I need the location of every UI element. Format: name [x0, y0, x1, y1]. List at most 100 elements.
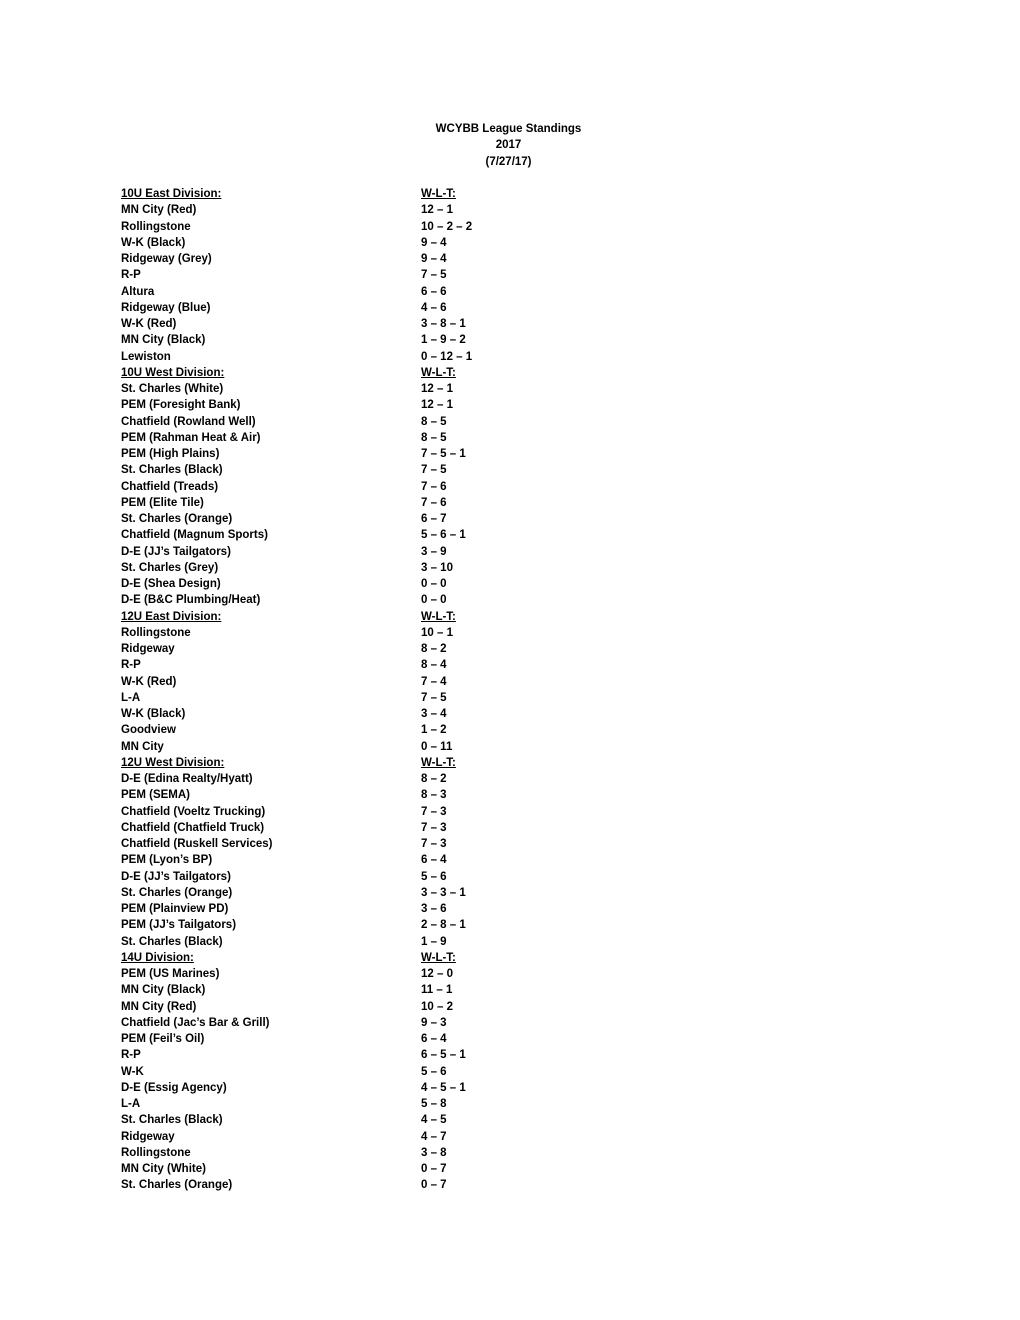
team-row: R-P 7 – 5 — [121, 267, 621, 283]
team-record: 4 – 5 — [421, 1114, 447, 1127]
team-record: 7 – 5 — [421, 691, 447, 704]
team-row: St. Charles (Orange) 0 – 7 — [121, 1177, 621, 1193]
record-column-header: W-L-T: — [421, 756, 456, 769]
team-row: D-E (JJ’s Tailgators) 5 – 6 — [121, 869, 621, 885]
team-record: 10 – 2 — [421, 1000, 453, 1013]
team-record: 7 – 6 — [421, 496, 447, 509]
team-record: 2 – 8 – 1 — [421, 919, 466, 932]
team-row: PEM (Foresight Bank) 12 – 1 — [121, 397, 621, 413]
team-name: W-K (Black) — [121, 708, 186, 720]
team-row: St. Charles (Orange) 6 – 7 — [121, 511, 621, 527]
team-name: Chatfield (Ruskell Services) — [121, 838, 273, 850]
team-name: R-P — [121, 659, 141, 672]
team-row: MN City (White) 0 – 7 — [121, 1161, 621, 1177]
team-row: PEM (Feil’s Oil) 6 – 4 — [121, 1031, 621, 1047]
team-record: 7 – 3 — [421, 805, 447, 818]
team-record: 11 – 1 — [421, 984, 453, 997]
team-row: W-K (Red) 7 – 4 — [121, 674, 621, 690]
team-record: 0 – 11 — [421, 740, 453, 753]
team-name: Chatfield (Treads) — [121, 480, 219, 493]
team-name: W-K — [121, 1065, 144, 1078]
team-name: St. Charles (White) — [121, 383, 224, 395]
team-name: Lewiston — [121, 350, 171, 363]
team-name: Altura — [121, 285, 155, 298]
team-row: D-E (B&C Plumbing/Heat) 0 – 0 — [121, 592, 621, 608]
team-row: MN City (Red) 10 – 2 — [121, 999, 621, 1015]
team-record: 7 – 6 — [421, 480, 447, 493]
team-record: 7 – 5 — [421, 269, 447, 282]
team-row: Ridgeway (Grey) 9 – 4 — [121, 251, 621, 267]
team-row: Altura 6 – 6 — [121, 284, 621, 300]
team-row: W-K (Red) 3 – 8 – 1 — [121, 316, 621, 332]
team-name: PEM (Rahman Heat & Air) — [121, 431, 261, 444]
team-name: W-K (Black) — [121, 236, 186, 249]
team-record: 10 – 1 — [421, 626, 453, 639]
division-header: 12U West Division: W-L-T: — [121, 755, 621, 771]
team-name: Chatfield (Jac’s Bar & Grill) — [121, 1016, 270, 1029]
team-record: 7 – 5 — [421, 464, 447, 477]
team-name: St. Charles (Black) — [121, 935, 223, 948]
team-record: 6 – 5 – 1 — [421, 1049, 466, 1062]
team-record: 6 – 7 — [421, 513, 447, 525]
team-record: 3 – 3 – 1 — [421, 886, 466, 899]
team-name: Rollingstone — [121, 1146, 191, 1159]
division-name: 12U West Division: — [121, 756, 225, 769]
team-name: St. Charles (Black) — [121, 464, 223, 477]
team-row: Chatfield (Voeltz Trucking) 7 – 3 — [121, 804, 621, 820]
division-section: 10U West Division: W-L-T: St. Charles (Whi… — [121, 365, 621, 609]
team-name: Chatfield (Rowland Well) — [121, 415, 256, 428]
team-name: PEM (Foresight Bank) — [121, 399, 241, 412]
division-name: 10U East Division: — [121, 188, 222, 200]
team-record: 3 – 6 — [421, 903, 447, 915]
division-header: 10U East Division: W-L-T: — [121, 186, 621, 202]
division-section: 10U East Division: W-L-T: MN City (Red) 12 … — [121, 186, 621, 365]
division-name: 12U East Division: — [121, 610, 222, 623]
division-section: 12U East Division: W-L-T: Rollingstone 10 –… — [121, 609, 621, 755]
team-name: St. Charles (Orange) — [121, 886, 233, 899]
team-row: Rollingstone 10 – 1 — [121, 625, 621, 641]
team-name: D-E (Edina Realty/Hyatt) — [121, 773, 253, 785]
team-row: Ridgeway 4 – 7 — [121, 1129, 621, 1145]
team-record: 6 – 4 — [421, 854, 447, 867]
team-row: St. Charles (Orange) 3 – 3 – 1 — [121, 885, 621, 901]
record-column-header: W-L-T: — [421, 951, 456, 964]
team-row: PEM (JJ’s Tailgators) 2 – 8 – 1 — [121, 917, 621, 933]
team-name: D-E (JJ’s Tailgators) — [121, 545, 231, 558]
team-row: PEM (Rahman Heat & Air) 8 – 5 — [121, 430, 621, 446]
team-name: MN City (Black) — [121, 984, 206, 997]
team-row: PEM (Lyon’s BP) 6 – 4 — [121, 852, 621, 868]
team-record: 7 – 3 — [421, 838, 447, 850]
team-row: W-K (Black) 3 – 4 — [121, 706, 621, 722]
team-row: R-P 8 – 4 — [121, 657, 621, 673]
division-section: 14U Division: W-L-T: PEM (US Marines) 12 – … — [121, 950, 621, 1194]
team-record: 1 – 9 – 2 — [421, 334, 466, 347]
team-name: PEM (High Plains) — [121, 448, 220, 460]
record-column-header: W-L-T: — [421, 366, 456, 379]
team-record: 6 – 6 — [421, 285, 447, 298]
team-name: MN City (Red) — [121, 204, 197, 217]
team-row: MN City (Black) 11 – 1 — [121, 982, 621, 998]
team-record: 8 – 2 — [421, 773, 447, 785]
team-row: Rollingstone 10 – 2 – 2 — [121, 219, 621, 235]
team-row: St. Charles (Grey) 3 – 10 — [121, 560, 621, 576]
team-row: Ridgeway (Blue) 4 – 6 — [121, 300, 621, 316]
team-row: MN City (Red) 12 – 1 — [121, 202, 621, 218]
team-row: PEM (Elite Tile) 7 – 6 — [121, 495, 621, 511]
document-title: WCYBB League Standings 2017 (7/27/17) — [0, 121, 1020, 170]
team-row: Chatfield (Jac’s Bar & Grill) 9 – 3 — [121, 1015, 621, 1031]
team-record: 12 – 1 — [421, 204, 453, 217]
team-row: Chatfield (Chatfield Truck) 7 – 3 — [121, 820, 621, 836]
team-row: Chatfield (Ruskell Services) 7 – 3 — [121, 836, 621, 852]
team-name: L-A — [121, 1098, 141, 1110]
team-row: W-K (Black) 9 – 4 — [121, 235, 621, 251]
team-record: 5 – 6 — [421, 1065, 447, 1078]
division-header: 10U West Division: W-L-T: — [121, 365, 621, 381]
team-row: D-E (JJ’s Tailgators) 3 – 9 — [121, 544, 621, 560]
team-record: 9 – 3 — [421, 1016, 447, 1029]
title-date: (7/27/17) — [485, 155, 532, 168]
team-row: Goodview 1 – 2 — [121, 722, 621, 738]
team-record: 3 – 4 — [421, 708, 447, 720]
team-row: D-E (Shea Design) 0 – 0 — [121, 576, 621, 592]
team-record: 4 – 5 – 1 — [421, 1081, 466, 1094]
team-record: 0 – 0 — [421, 594, 447, 607]
